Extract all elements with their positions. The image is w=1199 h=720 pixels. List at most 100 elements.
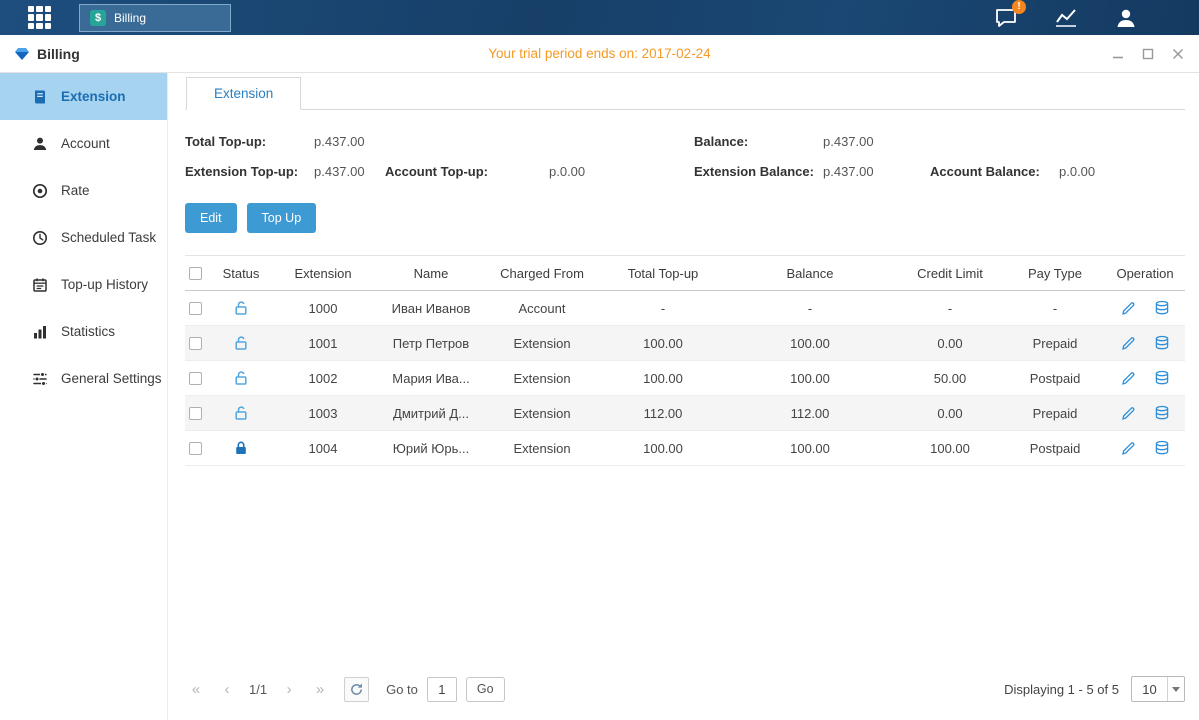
table-body: 1000 Иван Иванов Account - - - -	[185, 291, 1185, 466]
sidebar-item-topup-history[interactable]: Top-up History	[0, 261, 167, 308]
summary-label: Balance:	[694, 134, 823, 149]
next-page-icon[interactable]: ›	[278, 678, 300, 700]
row-checkbox[interactable]	[189, 337, 202, 350]
credit-limit: -	[895, 301, 1005, 316]
tab-extension[interactable]: Extension	[186, 77, 301, 110]
page-size-select[interactable]: 10	[1131, 676, 1185, 702]
window-title: Billing	[37, 46, 80, 62]
credit-limit: 50.00	[895, 371, 1005, 386]
summary-value: p.437.00	[823, 134, 874, 149]
pagination-right: Displaying 1 - 5 of 5 10	[1004, 676, 1185, 702]
row-checkbox[interactable]	[189, 407, 202, 420]
topup-records-icon[interactable]	[1153, 370, 1170, 387]
col-charged-from: Charged From	[483, 266, 601, 281]
extension-name: Дмитрий Д...	[379, 406, 483, 421]
row-checkbox[interactable]	[189, 442, 202, 455]
table-row: 1000 Иван Иванов Account - - - -	[185, 291, 1185, 326]
col-pay-type: Pay Type	[1005, 266, 1105, 281]
summary-value: p.0.00	[1059, 164, 1095, 179]
scheduled-task-icon	[31, 229, 48, 246]
top-up-button[interactable]: Top Up	[247, 203, 317, 233]
col-balance: Balance	[725, 266, 895, 281]
last-page-icon[interactable]: »	[309, 678, 331, 700]
sidebar-item-label: Account	[61, 136, 110, 151]
extension-number: 1004	[267, 441, 379, 456]
notification-badge: !	[1012, 0, 1026, 14]
summary-account-topup: Account Top-up: p.0.00	[385, 164, 694, 179]
extension-number: 1001	[267, 336, 379, 351]
page-indicator: 1/1	[249, 682, 267, 697]
lock-closed-icon	[233, 440, 249, 456]
summary-label: Account Top-up:	[385, 164, 549, 179]
summary-total-topup: Total Top-up: p.437.00	[185, 134, 385, 149]
app-launcher-icon[interactable]	[28, 6, 51, 29]
total-topup: -	[601, 301, 725, 316]
pay-type: -	[1005, 301, 1105, 316]
edit-row-icon[interactable]	[1120, 370, 1137, 387]
sidebar-item-scheduled-task[interactable]: Scheduled Task	[0, 214, 167, 261]
lock-open-icon	[233, 370, 249, 386]
col-operation: Operation	[1105, 266, 1185, 281]
balance: 100.00	[725, 441, 895, 456]
table-row: 1002 Мария Ива... Extension 100.00 100.0…	[185, 361, 1185, 396]
summary-value: p.0.00	[549, 164, 585, 179]
total-topup: 100.00	[601, 371, 725, 386]
charged-from: Extension	[483, 406, 601, 421]
pay-type: Postpaid	[1005, 441, 1105, 456]
charged-from: Extension	[483, 336, 601, 351]
sidebar-item-label: Extension	[61, 89, 126, 104]
summary-value: p.437.00	[823, 164, 874, 179]
prev-page-icon[interactable]: ‹	[216, 678, 238, 700]
sidebar-item-rate[interactable]: Rate	[0, 167, 167, 214]
statistics-chart-icon[interactable]	[1053, 6, 1079, 30]
select-all-checkbox[interactable]	[189, 267, 202, 280]
topbar-billing-tab[interactable]: $ Billing	[79, 4, 231, 32]
topbar: $ Billing !	[0, 0, 1199, 35]
edit-row-icon[interactable]	[1120, 440, 1137, 457]
general-settings-icon	[31, 370, 48, 387]
displaying-info: Displaying 1 - 5 of 5	[1004, 682, 1119, 697]
goto-page-input[interactable]	[427, 677, 457, 702]
summary-value: p.437.00	[314, 134, 365, 149]
topup-records-icon[interactable]	[1153, 335, 1170, 352]
go-button[interactable]: Go	[466, 677, 505, 702]
charged-from: Extension	[483, 371, 601, 386]
row-checkbox[interactable]	[189, 302, 202, 315]
sidebar-item-general-settings[interactable]: General Settings	[0, 355, 167, 402]
charged-from: Extension	[483, 441, 601, 456]
summary-extension-balance: Extension Balance: p.437.00	[694, 164, 930, 179]
col-extension: Extension	[267, 266, 379, 281]
refresh-icon[interactable]	[344, 677, 369, 702]
lock-open-icon	[233, 335, 249, 351]
topup-records-icon[interactable]	[1153, 405, 1170, 422]
balance: 100.00	[725, 336, 895, 351]
pay-type: Postpaid	[1005, 371, 1105, 386]
sidebar-item-account[interactable]: Account	[0, 120, 167, 167]
credit-limit: 0.00	[895, 336, 1005, 351]
sidebar-item-statistics[interactable]: Statistics	[0, 308, 167, 355]
maximize-icon[interactable]	[1141, 47, 1155, 61]
rate-icon	[31, 182, 48, 199]
user-account-icon[interactable]	[1113, 6, 1139, 30]
balance: 112.00	[725, 406, 895, 421]
window-controls	[1111, 47, 1185, 61]
sidebar-item-label: General Settings	[61, 371, 162, 386]
sidebar: Extension Account Rate Scheduled Task	[0, 73, 168, 720]
sidebar-item-label: Top-up History	[61, 277, 148, 292]
row-checkbox[interactable]	[189, 372, 202, 385]
edit-row-icon[interactable]	[1120, 300, 1137, 317]
edit-row-icon[interactable]	[1120, 405, 1137, 422]
lock-open-icon	[233, 405, 249, 421]
col-status: Status	[215, 266, 267, 281]
messages-icon[interactable]: !	[993, 6, 1019, 30]
close-icon[interactable]	[1171, 47, 1185, 61]
first-page-icon[interactable]: «	[185, 678, 207, 700]
lock-open-icon	[233, 300, 249, 316]
minimize-icon[interactable]	[1111, 47, 1125, 61]
sidebar-item-extension[interactable]: Extension	[0, 73, 167, 120]
topup-records-icon[interactable]	[1153, 440, 1170, 457]
total-topup: 100.00	[601, 336, 725, 351]
edit-row-icon[interactable]	[1120, 335, 1137, 352]
topup-records-icon[interactable]	[1153, 300, 1170, 317]
edit-button[interactable]: Edit	[185, 203, 237, 233]
